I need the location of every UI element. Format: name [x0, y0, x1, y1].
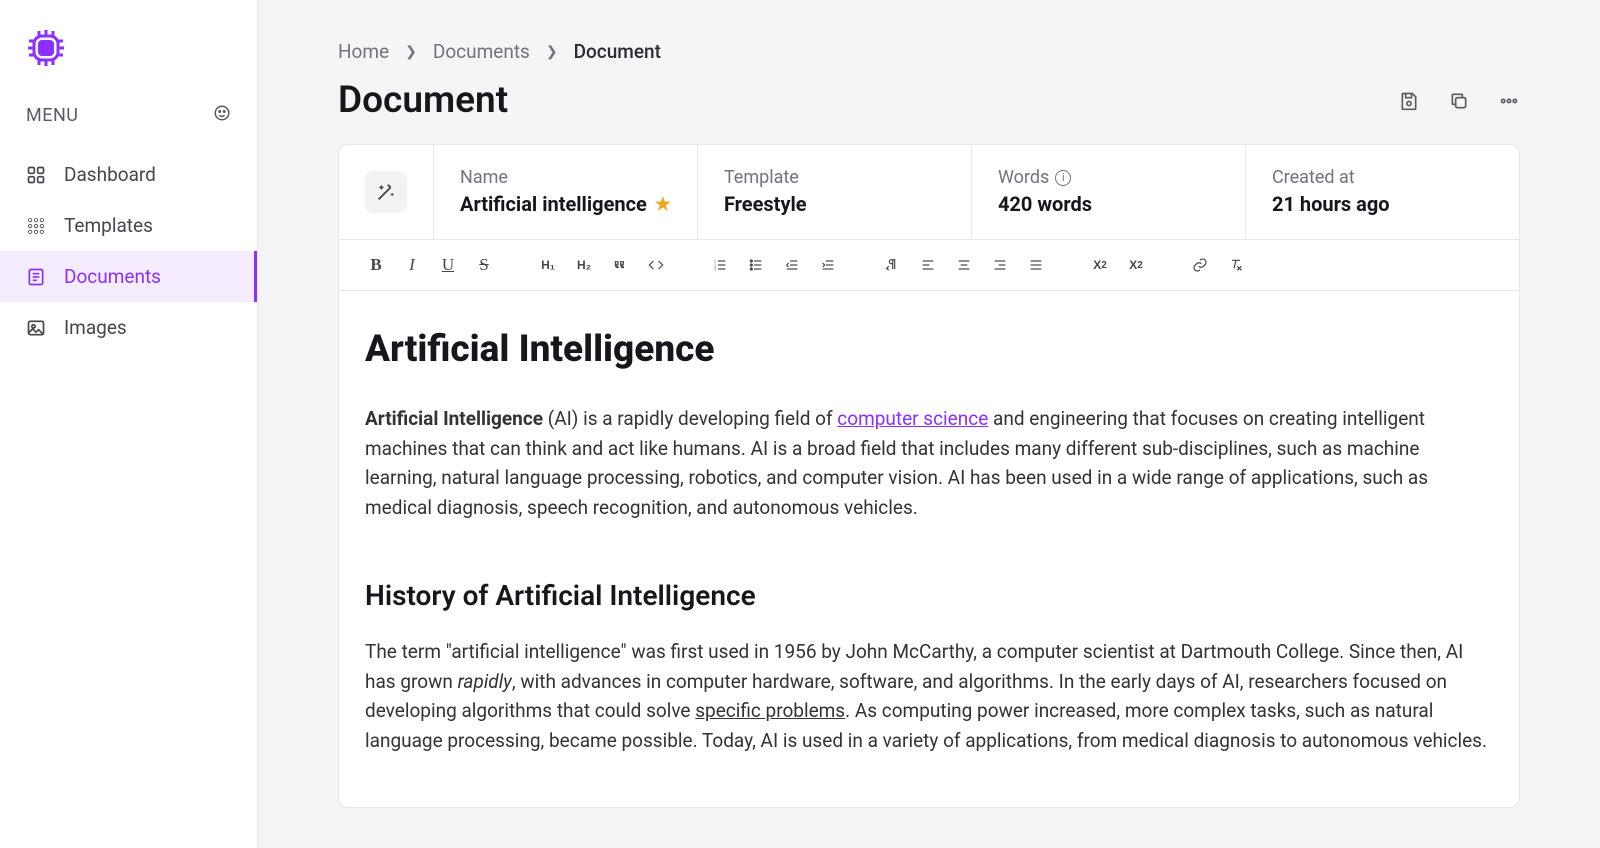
sidebar-item-label: Dashboard: [64, 163, 156, 186]
wand-icon: [365, 171, 407, 213]
content-paragraph-2: The term "artificial intelligence" was f…: [365, 637, 1493, 755]
meta-name-value: Artificial intelligence: [460, 192, 647, 216]
document-type-icon-cell: [339, 145, 434, 239]
underline-button[interactable]: U: [435, 252, 461, 278]
document-meta: Name Artificial intelligence ★ Template …: [339, 145, 1519, 240]
sidebar-item-templates[interactable]: Templates: [0, 200, 257, 251]
content-heading-2: History of Artificial Intelligence: [365, 574, 1493, 617]
content-link-computer-science[interactable]: computer science: [837, 407, 988, 430]
support-icon[interactable]: [213, 104, 231, 127]
menu-header-label: MENU: [26, 105, 78, 126]
ordered-list-button[interactable]: 123: [707, 252, 733, 278]
italic-button[interactable]: I: [399, 252, 425, 278]
code-button[interactable]: [643, 252, 669, 278]
content-heading-1: Artificial Intelligence: [365, 321, 1493, 378]
documents-icon: [26, 267, 46, 287]
dashboard-icon: [26, 165, 46, 185]
align-center-button[interactable]: [951, 252, 977, 278]
app-logo[interactable]: [26, 28, 66, 68]
breadcrumb-current: Document: [574, 40, 661, 63]
link-button[interactable]: [1187, 252, 1213, 278]
chevron-right-icon: ❯: [405, 44, 417, 60]
meta-template-label: Template: [724, 167, 945, 188]
h2-button[interactable]: H₂: [571, 252, 597, 278]
copy-button[interactable]: [1448, 90, 1470, 112]
strike-button[interactable]: S: [471, 252, 497, 278]
svg-text:3: 3: [714, 266, 716, 271]
breadcrumb-home[interactable]: Home: [338, 40, 389, 63]
editor-content[interactable]: Artificial Intelligence Artificial Intel…: [339, 291, 1519, 807]
meta-created-label: Created at: [1272, 167, 1493, 188]
meta-words-label: Words: [998, 167, 1049, 188]
meta-created-value: 21 hours ago: [1272, 192, 1493, 216]
save-button[interactable]: [1398, 90, 1420, 112]
meta-words: Words i 420 words: [972, 145, 1246, 239]
breadcrumb-documents[interactable]: Documents: [433, 40, 530, 63]
editor-toolbar: B I U S H₁ H₂ 123 X2 X2: [339, 240, 1519, 291]
meta-template: Template Freestyle: [698, 145, 972, 239]
chevron-right-icon: ❯: [546, 44, 558, 60]
meta-created: Created at 21 hours ago: [1246, 145, 1519, 239]
templates-icon: [26, 216, 46, 236]
meta-name-label: Name: [460, 167, 671, 188]
align-justify-button[interactable]: [1023, 252, 1049, 278]
sidebar-item-label: Images: [64, 316, 127, 339]
document-card: Name Artificial intelligence ★ Template …: [338, 144, 1520, 808]
sidebar-item-label: Templates: [64, 214, 153, 237]
bold-button[interactable]: B: [363, 252, 389, 278]
more-button[interactable]: [1498, 90, 1520, 112]
sidebar-item-documents[interactable]: Documents: [0, 251, 257, 302]
sidebar-item-label: Documents: [64, 265, 161, 288]
meta-name: Name Artificial intelligence ★: [434, 145, 698, 239]
meta-words-value: 420 words: [998, 192, 1219, 216]
clear-format-button[interactable]: [1223, 252, 1249, 278]
chip-icon: [26, 28, 66, 68]
quote-button[interactable]: [607, 252, 633, 278]
info-icon[interactable]: i: [1055, 170, 1071, 186]
favorite-star-icon[interactable]: ★: [655, 194, 671, 215]
sidebar-item-images[interactable]: Images: [0, 302, 257, 353]
indent-button[interactable]: [815, 252, 841, 278]
content-paragraph-1: Artificial Intelligence (AI) is a rapidl…: [365, 404, 1493, 522]
bullet-list-button[interactable]: [743, 252, 769, 278]
h1-button[interactable]: H₁: [535, 252, 561, 278]
page-title: Document: [338, 79, 508, 122]
align-left-button[interactable]: [915, 252, 941, 278]
page-actions: [1398, 90, 1520, 112]
sidebar-item-dashboard[interactable]: Dashboard: [0, 149, 257, 200]
superscript-button[interactable]: X2: [1123, 252, 1149, 278]
breadcrumb: Home ❯ Documents ❯ Document: [338, 40, 1520, 63]
meta-template-value: Freestyle: [724, 192, 945, 216]
subscript-button[interactable]: X2: [1087, 252, 1113, 278]
outdent-button[interactable]: [779, 252, 805, 278]
align-right-button[interactable]: [987, 252, 1013, 278]
main: Home ❯ Documents ❯ Document Document: [258, 0, 1600, 848]
images-icon: [26, 318, 46, 338]
sidebar: MENU Dashboard Templates Documents Image…: [0, 0, 258, 848]
rtl-button[interactable]: [879, 252, 905, 278]
